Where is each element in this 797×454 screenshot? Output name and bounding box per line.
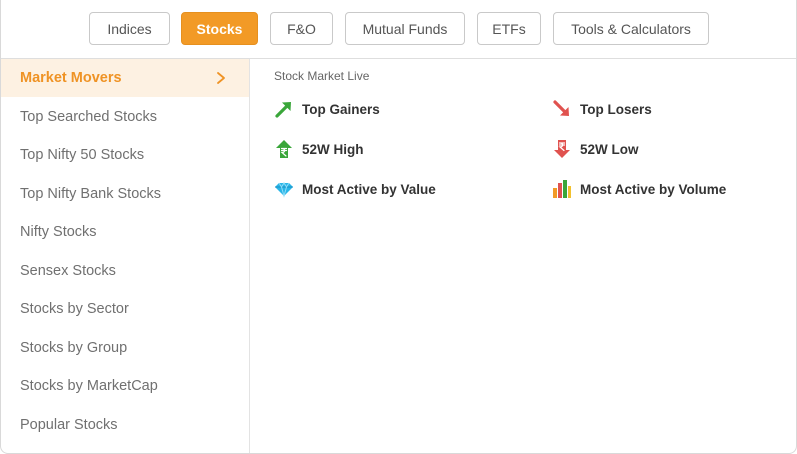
- sidebar-item-label: Popular Stocks: [20, 417, 118, 433]
- link-label: Top Gainers: [302, 101, 380, 117]
- tab-fno[interactable]: F&O: [270, 12, 333, 45]
- link-top-gainers[interactable]: Top Gainers: [274, 98, 380, 120]
- category-tabs: Indices Stocks F&O Mutual Funds ETFs Too…: [1, 0, 796, 59]
- diamond-icon: [275, 182, 293, 198]
- sidebar-item-label: Stocks by MarketCap: [20, 378, 158, 394]
- sidebar-item-nifty-stocks[interactable]: Nifty Stocks: [1, 213, 249, 251]
- sidebar-item-market-movers[interactable]: Market Movers: [1, 59, 249, 97]
- sidebar-item-sensex-stocks[interactable]: Sensex Stocks: [1, 252, 249, 290]
- section-title: Stock Market Live: [274, 69, 370, 83]
- tab-stocks[interactable]: Stocks: [181, 12, 258, 45]
- link-52w-high[interactable]: 52W High: [274, 138, 364, 160]
- sidebar-item-stocks-by-group[interactable]: Stocks by Group: [1, 329, 249, 367]
- link-most-active-by-value[interactable]: Most Active by Value: [274, 178, 436, 200]
- chevron-right-icon: [217, 72, 225, 84]
- tab-indices[interactable]: Indices: [89, 12, 170, 45]
- link-52w-low[interactable]: 52W Low: [552, 138, 639, 160]
- sidebar-item-top-searched-stocks[interactable]: Top Searched Stocks: [1, 98, 249, 136]
- sidebar-item-stocks-by-sector[interactable]: Stocks by Sector: [1, 290, 249, 328]
- link-label: Top Losers: [580, 101, 652, 117]
- tab-etfs[interactable]: ETFs: [477, 12, 541, 45]
- bar-chart-icon: [553, 180, 571, 198]
- sidebar-item-label: Stocks by Sector: [20, 301, 129, 317]
- tab-mutual-funds[interactable]: Mutual Funds: [345, 12, 465, 45]
- sidebar-item-label: Stocks by Group: [20, 340, 128, 356]
- rupee-down-icon: [554, 140, 570, 158]
- link-top-losers[interactable]: Top Losers: [552, 98, 652, 120]
- sidebar-item-label: Top Nifty Bank Stocks: [20, 186, 162, 202]
- sidebar-item-popular-stocks[interactable]: Popular Stocks: [1, 406, 249, 444]
- sidebar-item-label: Sensex Stocks: [20, 263, 116, 279]
- tab-tools-calculators[interactable]: Tools & Calculators: [553, 12, 709, 45]
- sidebar-item-stocks-by-marketcap[interactable]: Stocks by MarketCap: [1, 367, 249, 405]
- sidebar-item-top-nifty-50-stocks[interactable]: Top Nifty 50 Stocks: [1, 136, 249, 174]
- trend-up-arrow-icon: [275, 102, 291, 118]
- link-most-active-by-volume[interactable]: Most Active by Volume: [552, 178, 726, 200]
- sidebar-item-label: Market Movers: [20, 70, 122, 86]
- rupee-up-icon: [276, 140, 292, 158]
- link-label: 52W Low: [580, 141, 639, 157]
- sidebar-item-label: Nifty Stocks: [20, 224, 97, 240]
- link-label: 52W High: [302, 141, 364, 157]
- sidebar-item-label: Top Searched Stocks: [20, 109, 158, 125]
- link-label: Most Active by Volume: [580, 181, 727, 197]
- trend-down-arrow-icon: [553, 100, 569, 116]
- stocks-menu-panel: Indices Stocks F&O Mutual Funds ETFs Too…: [0, 0, 797, 454]
- link-label: Most Active by Value: [302, 181, 436, 197]
- sidebar-item-label: Top Nifty 50 Stocks: [20, 147, 145, 163]
- sidebar-item-top-nifty-bank-stocks[interactable]: Top Nifty Bank Stocks: [1, 175, 249, 213]
- sidebar: Market Movers Top Searched Stocks Top Ni…: [1, 59, 250, 453]
